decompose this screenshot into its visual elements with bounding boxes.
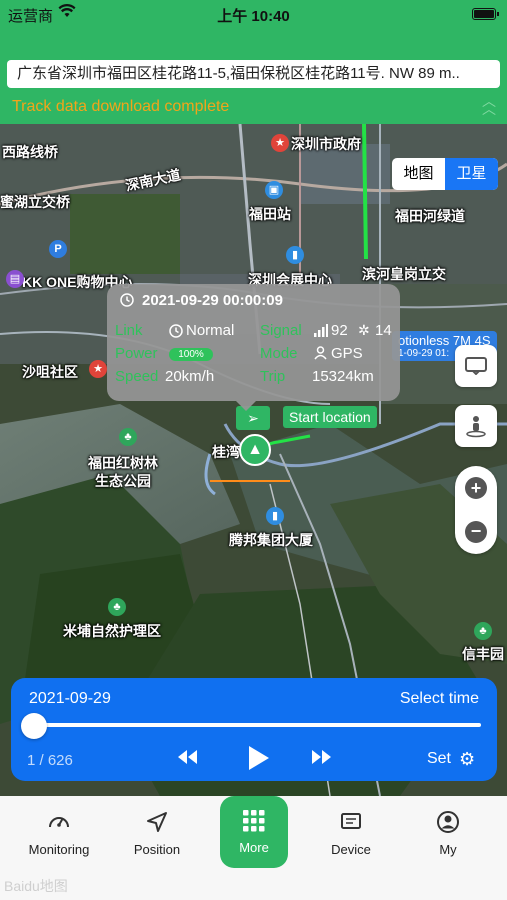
fast-forward-icon[interactable] bbox=[311, 748, 333, 771]
mode-value: GPS bbox=[331, 345, 363, 362]
map-label-lake: 蜜湖立交桥 bbox=[0, 194, 70, 210]
playback-slider-thumb[interactable] bbox=[20, 713, 47, 739]
zoom-control: + − bbox=[455, 466, 497, 554]
map-type-toggle: 地图 卫星 bbox=[392, 158, 498, 190]
speedometer-icon bbox=[49, 817, 69, 828]
clock: 上午 10:40 bbox=[217, 8, 290, 25]
person-pin-icon bbox=[466, 416, 486, 438]
map-label-shazui: 沙咀社区 bbox=[22, 364, 78, 380]
trip-value: 15324km bbox=[312, 368, 374, 385]
nav-device-label: Device bbox=[331, 842, 371, 857]
signal-value: 92 bbox=[331, 322, 348, 339]
map-label-futian-station: 福田站 bbox=[249, 206, 291, 222]
map-type-satellite[interactable]: 卫星 bbox=[445, 158, 498, 190]
playback-slider-track[interactable] bbox=[33, 723, 481, 727]
speed-value: 20km/h bbox=[165, 368, 215, 385]
trip-label: Trip bbox=[260, 368, 286, 385]
app-header: 运营商 上午 10:40 广东省深圳市福田区桂花路11-5,福田保税区桂花路11… bbox=[0, 0, 507, 124]
station-poi-icon[interactable]: ▣ bbox=[265, 181, 283, 199]
signal-label: Signal bbox=[260, 322, 302, 339]
playback-counter: 1 / 626 bbox=[27, 752, 73, 769]
info-card-pointer bbox=[236, 401, 256, 411]
navigation-arrow-icon bbox=[147, 812, 167, 832]
battery-icon bbox=[472, 8, 499, 20]
download-status: Track data download complete bbox=[12, 98, 230, 115]
map-label-futian-river: 福田河绿道 bbox=[395, 208, 465, 224]
parking-poi-icon[interactable]: P bbox=[49, 240, 67, 258]
double-chevron-up-icon[interactable]: ︿ ︿ bbox=[482, 94, 496, 116]
mode-label: Mode bbox=[260, 345, 298, 362]
map-watermark: Baidu地图 bbox=[4, 878, 68, 894]
map-label-gov: 深圳市政府 bbox=[291, 136, 361, 152]
zoom-out-icon[interactable]: − bbox=[465, 521, 487, 543]
street-view-button[interactable] bbox=[455, 405, 497, 447]
link-status-icon bbox=[169, 324, 183, 343]
map-label-tencent: 腾邦集团大厦 bbox=[229, 532, 313, 548]
park-poi-icon[interactable]: ♣ bbox=[119, 428, 137, 446]
select-time-button[interactable]: Select time bbox=[400, 690, 479, 708]
user-icon bbox=[437, 811, 459, 833]
chat-icon bbox=[465, 357, 487, 375]
building-poi-icon[interactable]: ▮ bbox=[286, 246, 304, 264]
nav-my-label: My bbox=[439, 842, 457, 857]
clock-icon bbox=[120, 293, 134, 312]
government-poi-icon[interactable]: ★ bbox=[271, 134, 289, 152]
vehicle-arrow-icon[interactable]: ▲ bbox=[239, 434, 271, 466]
play-icon[interactable] bbox=[247, 744, 271, 777]
shopping-poi-icon[interactable]: ▤ bbox=[6, 270, 24, 288]
map-label-binhe: 滨河皇岗立交 bbox=[362, 266, 446, 282]
status-bar: 运营商 上午 10:40 bbox=[0, 0, 507, 28]
map-label-xinfeng: 信丰园 bbox=[462, 646, 504, 662]
grid-icon bbox=[243, 810, 265, 832]
bottom-nav: Monitoring Position More Device My bbox=[0, 796, 507, 900]
message-button[interactable] bbox=[455, 345, 497, 387]
satellite-icon: ✲ bbox=[358, 322, 370, 338]
nav-monitoring[interactable]: Monitoring bbox=[14, 810, 104, 857]
nav-my[interactable]: My bbox=[403, 810, 493, 857]
signal-bars-icon bbox=[314, 324, 328, 342]
map-label-guiwan: 桂湾 bbox=[212, 444, 240, 460]
map-type-standard[interactable]: 地图 bbox=[392, 158, 445, 190]
nav-more[interactable]: More bbox=[220, 796, 288, 868]
nav-position-label: Position bbox=[133, 842, 181, 857]
gear-icon[interactable]: ⚙ bbox=[459, 749, 475, 770]
satellite-value: 14 bbox=[375, 322, 392, 339]
link-label: Link bbox=[115, 322, 143, 339]
power-battery-badge: 100% bbox=[169, 348, 213, 361]
nav-more-label: More bbox=[239, 840, 269, 855]
garden-poi-icon[interactable]: ♣ bbox=[474, 622, 492, 640]
link-value: Normal bbox=[186, 322, 235, 339]
start-location-label: Start location bbox=[283, 406, 377, 428]
office-poi-icon[interactable]: ▮ bbox=[266, 507, 284, 525]
map-label-xiyuan: 西路线桥 bbox=[2, 144, 58, 160]
map-label-mangrove: 福田红树林 生态公园 bbox=[88, 455, 158, 489]
playback-panel: 2021-09-29 Select time 1 / 626 Set ⚙ bbox=[11, 678, 497, 781]
nav-monitoring-label: Monitoring bbox=[28, 842, 90, 857]
info-time: 2021-09-29 00:00:09 bbox=[142, 292, 283, 309]
vehicle-info-card: 2021-09-29 00:00:09 Link Normal Power 10… bbox=[107, 284, 400, 401]
location-person-icon bbox=[314, 346, 327, 365]
nav-device[interactable]: Device bbox=[306, 810, 396, 857]
map-label-mipu: 米埔自然护理区 bbox=[63, 623, 161, 639]
nav-position[interactable]: Position bbox=[112, 810, 202, 857]
playback-date: 2021-09-29 bbox=[29, 690, 111, 707]
zoom-in-icon[interactable]: + bbox=[465, 477, 487, 499]
reserve-poi-icon[interactable]: ♣ bbox=[108, 598, 126, 616]
speed-label: Speed bbox=[115, 368, 159, 385]
rewind-icon[interactable] bbox=[176, 748, 198, 771]
address-bar[interactable]: 广东省深圳市福田区桂花路11-5,福田保税区桂花路11号. NW 89 m.. bbox=[7, 60, 500, 88]
device-screen-icon bbox=[341, 813, 361, 829]
set-button[interactable]: Set bbox=[427, 750, 451, 768]
power-label: Power bbox=[115, 345, 158, 362]
community-poi-icon[interactable]: ★ bbox=[89, 360, 107, 378]
